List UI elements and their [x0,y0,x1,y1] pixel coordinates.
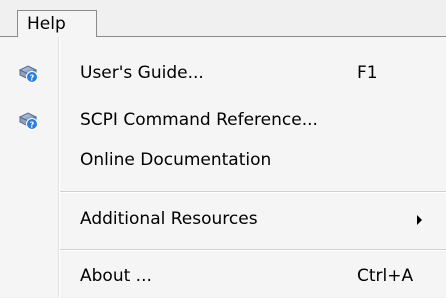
menu-item-online-documentation[interactable]: Online Documentation [0,143,446,177]
menu-item-scpi-command-reference[interactable]: ? SCPI Command Reference... [0,103,446,137]
menu-item-users-guide-shortcut: F1 [357,63,378,83]
help-book-icon: ? [18,65,38,83]
menu-item-about[interactable]: About ... Ctrl+A [0,259,446,293]
help-dropdown: ? User's Guide... F1 ? SCPI Command Refe… [0,36,446,298]
help-book-icon: ? [18,112,38,130]
menu-item-online-documentation-label: Online Documentation [80,150,272,170]
menu-separator [60,249,446,251]
menu-item-users-guide-label: User's Guide... [80,63,204,83]
menu-item-about-shortcut: Ctrl+A [357,266,414,286]
menu-item-about-label: About ... [80,266,152,286]
menu-item-scpi-command-reference-label: SCPI Command Reference... [80,110,318,130]
submenu-arrow-icon [417,215,422,225]
menu-item-additional-resources-label: Additional Resources [80,209,258,229]
menu-help[interactable]: Help [17,10,97,37]
menu-separator [60,191,446,193]
menu-help-label: Help [27,14,66,34]
menu-item-users-guide[interactable]: ? User's Guide... F1 [0,56,446,90]
menu-item-additional-resources[interactable]: Additional Resources [0,202,446,236]
svg-text:?: ? [30,121,35,130]
svg-text:?: ? [30,74,35,83]
